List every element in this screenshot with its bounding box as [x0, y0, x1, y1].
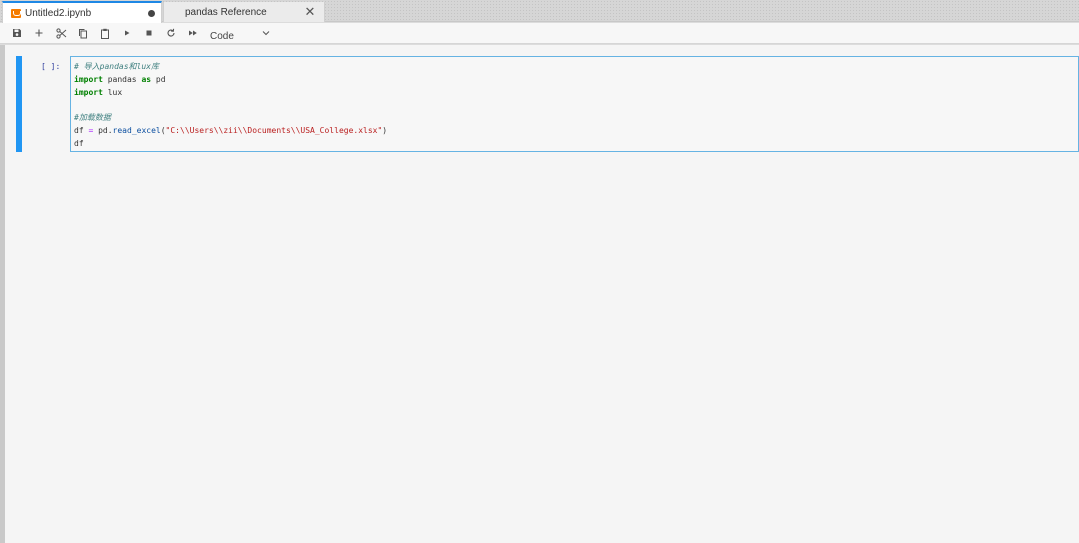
- run-icon: [125, 30, 130, 36]
- save-button[interactable]: [6, 23, 28, 44]
- code-text: pd: [151, 74, 166, 84]
- code-text: df: [74, 125, 89, 135]
- run-button[interactable]: [116, 23, 138, 44]
- notebook-toolbar: Code: [0, 23, 1079, 44]
- stop-button[interactable]: [138, 23, 160, 44]
- code-text: pd.: [93, 125, 113, 135]
- code-line-6: df = pd.read_excel("C:\\Users\\zii\\Docu…: [74, 125, 1075, 138]
- code-keyword: import: [74, 74, 103, 84]
- chevron-down-icon: [262, 28, 270, 39]
- code-keyword: as: [141, 74, 152, 84]
- code-cell-editor[interactable]: # 导入pandas和lux库 import pandas as pd impo…: [70, 56, 1079, 152]
- notebook-panel: [ ]: # 导入pandas和lux库 import pandas as pd…: [5, 45, 1079, 543]
- add-icon: [35, 29, 43, 37]
- cut-button[interactable]: [50, 23, 72, 44]
- active-cell-indicator[interactable]: [16, 56, 22, 152]
- code-text: pandas: [102, 74, 142, 84]
- code-string: "C:\\Users\\zii\\Documents\\USA_College.…: [165, 125, 383, 135]
- code-keyword: import: [74, 87, 103, 97]
- code-line-5: #加载数据: [74, 112, 1075, 125]
- add-cell-button[interactable]: [28, 23, 50, 44]
- restart-icon: [167, 28, 175, 37]
- tab-bar: Untitled2.ipynb pandas Reference ✕: [0, 0, 1079, 23]
- code-text: df: [74, 138, 84, 148]
- tab-pandas-reference[interactable]: pandas Reference ✕: [163, 2, 325, 22]
- code-function: read_excel: [112, 125, 161, 135]
- stop-icon: [146, 30, 152, 36]
- code-line-2: import pandas as pd: [74, 74, 1075, 87]
- fast-forward-icon: [189, 30, 197, 36]
- code-comment: # 导入pandas和lux库: [74, 62, 159, 71]
- code-comment: #加载数据: [74, 113, 111, 123]
- copy-icon: [79, 28, 87, 38]
- tab-label: Untitled2.ipynb: [25, 7, 92, 19]
- code-text: lux: [102, 87, 123, 97]
- code-text: ): [382, 125, 388, 135]
- restart-button[interactable]: [160, 23, 182, 44]
- cut-icon: [55, 27, 66, 39]
- tab-untitled2[interactable]: Untitled2.ipynb: [2, 1, 162, 23]
- code-line-3: import lux: [74, 87, 1075, 100]
- paste-button[interactable]: [94, 23, 116, 44]
- cell-type-select[interactable]: Code: [210, 23, 270, 44]
- execution-prompt: [ ]:: [41, 62, 61, 71]
- notebook-icon: [11, 8, 21, 18]
- code-line-1: # 导入pandas和lux库: [74, 61, 1075, 74]
- copy-button[interactable]: [72, 23, 94, 44]
- tab-label: pandas Reference: [185, 6, 267, 18]
- cell-type-value: Code: [210, 30, 234, 42]
- code-line-7: df: [74, 138, 1075, 151]
- save-icon: [13, 29, 21, 37]
- paste-icon: [101, 28, 109, 39]
- close-icon[interactable]: ✕: [304, 5, 316, 18]
- run-all-button[interactable]: [182, 23, 204, 44]
- unsaved-dot-icon: [148, 9, 155, 17]
